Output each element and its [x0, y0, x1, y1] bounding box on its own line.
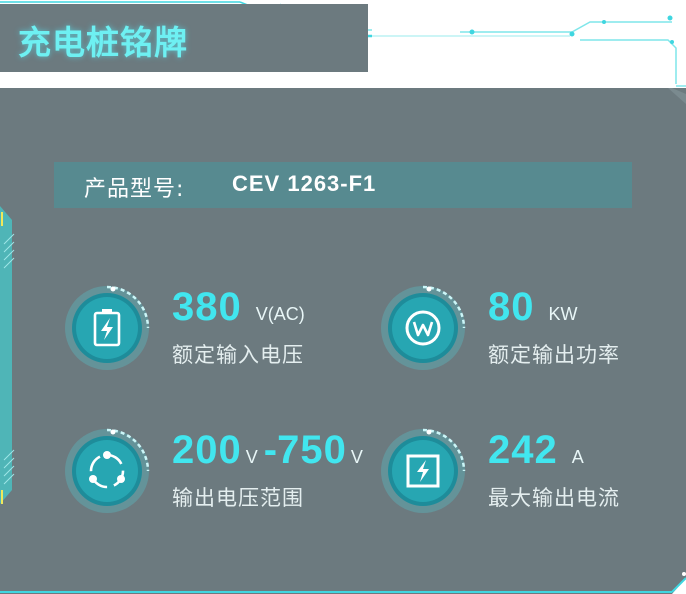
- voltage-max-unit: V: [350, 447, 363, 467]
- max-current-value: 242: [488, 428, 558, 472]
- spec-voltage-range: 200 V -750 V 输出电压范围: [64, 428, 364, 528]
- max-current-label: 最大输出电流: [488, 486, 620, 510]
- page-title: 充电桩铭牌: [18, 23, 188, 62]
- input-voltage-value: 380: [172, 285, 242, 329]
- input-voltage-label: 额定输入电压: [172, 343, 304, 367]
- power-box-icon: [381, 428, 466, 513]
- battery-charging-icon: [65, 285, 150, 370]
- max-current-unit: A: [571, 447, 584, 467]
- input-voltage-unit: V(AC): [255, 304, 305, 324]
- model-label: 产品型号:: [84, 177, 185, 202]
- watt-icon: [381, 285, 466, 370]
- model-value: CEV 1263-F1: [232, 171, 377, 196]
- cycle-icon: [65, 428, 150, 513]
- voltage-min-value: 200: [172, 428, 242, 472]
- voltage-max-value: 750: [277, 428, 347, 472]
- spec-max-current: 242 A 最大输出电流: [380, 428, 680, 528]
- spec-output-power: 80 KW 额定输出功率: [380, 285, 680, 385]
- model-bar: 产品型号: CEV 1263-F1: [54, 162, 632, 208]
- spec-input-voltage: 380 V(AC) 额定输入电压: [64, 285, 364, 385]
- output-power-unit: KW: [548, 304, 578, 324]
- output-power-value: 80: [488, 285, 535, 329]
- output-power-label: 额定输出功率: [488, 343, 620, 367]
- voltage-min-unit: V: [245, 447, 258, 467]
- voltage-range-label: 输出电压范围: [172, 486, 304, 510]
- title-banner: 充电桩铭牌: [0, 4, 368, 72]
- voltage-range-separator: -: [263, 428, 278, 472]
